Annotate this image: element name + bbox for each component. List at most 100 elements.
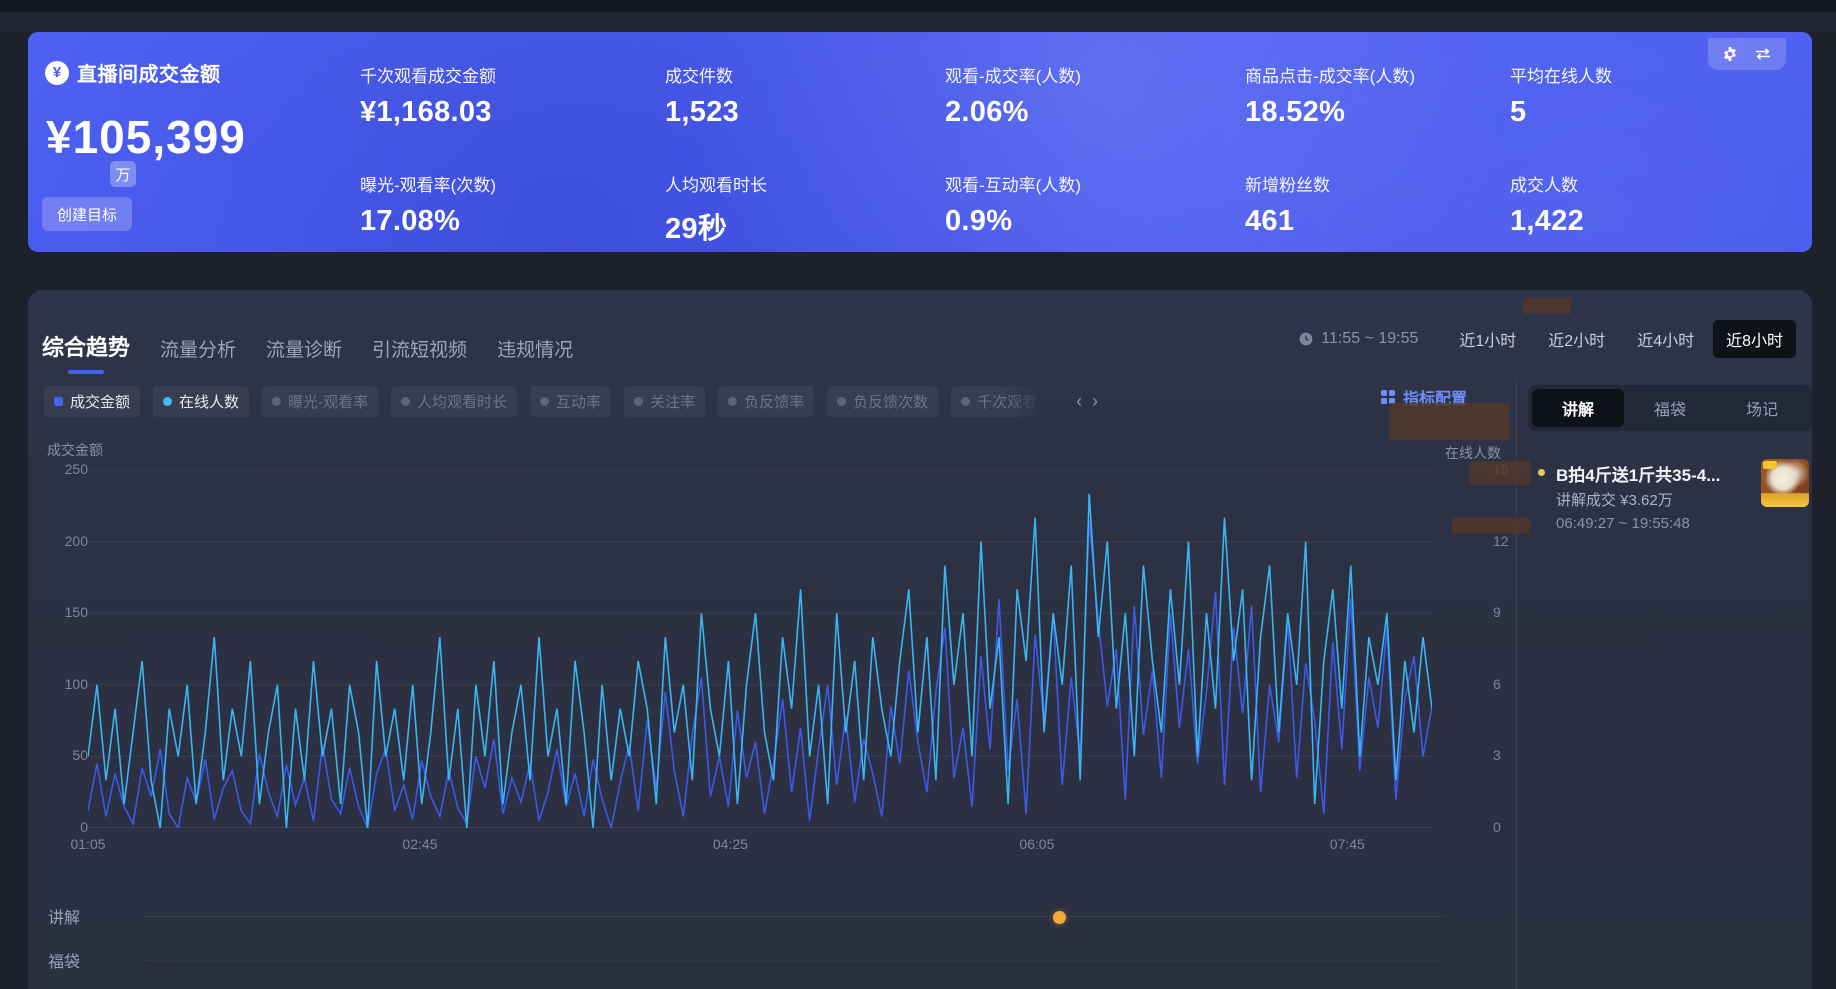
range-8h[interactable]: 近8小时 — [1713, 320, 1796, 358]
chip-interaction-rate[interactable]: 互动率 — [530, 386, 611, 417]
metric-view-interaction-rate: 观看-互动率(人数) 0.9% — [945, 171, 1245, 247]
tab-violations[interactable]: 违规情况 — [497, 335, 573, 372]
axis-tick-label: 9 — [1493, 604, 1501, 620]
capture-artifact — [1470, 461, 1530, 485]
chip-exposure-view-rate[interactable]: 曝光-观看率 — [262, 386, 378, 417]
chip-negative-feedback-count[interactable]: 负反馈次数 — [827, 386, 938, 417]
series-dot — [837, 397, 846, 406]
metric-label: 商品点击-成交率(人数) — [1245, 62, 1510, 87]
range-1h[interactable]: 近1小时 — [1446, 320, 1529, 358]
trend-chart[interactable] — [88, 470, 1432, 828]
chips-prev-icon[interactable]: ‹ — [1076, 391, 1082, 412]
metric-value: 18.52% — [1245, 96, 1510, 129]
hero-metrics-grid: 千次观看成交金额 ¥1,168.03 成交件数 1,523 观看-成交率(人数)… — [360, 62, 1750, 247]
item-bullet-dot — [1538, 469, 1545, 476]
explain-row-label: 讲解 — [48, 904, 80, 928]
capture-artifact — [1390, 403, 1510, 440]
metric-label: 观看-互动率(人数) — [945, 171, 1245, 196]
chip-negative-feedback-rate[interactable]: 负反馈率 — [718, 386, 814, 417]
series-dot — [272, 397, 281, 406]
create-goal-button[interactable]: 创建目标 — [42, 197, 132, 231]
x-axis-tick-label: 07:45 — [1330, 836, 1365, 852]
metric-value: ¥1,168.03 — [360, 96, 665, 129]
explain-event-row: 讲解 — [48, 904, 1444, 928]
chip-per-thousand-views[interactable]: 千次观看 — [951, 386, 1047, 417]
series-dot — [401, 397, 410, 406]
tab-overview-trend[interactable]: 综合趋势 — [42, 330, 130, 372]
analytics-panel: 综合趋势 流量分析 流量诊断 引流短视频 违规情况 11:55 ~ 19:55 … — [28, 290, 1812, 989]
tab-traffic-analysis[interactable]: 流量分析 — [160, 335, 236, 372]
online-series-dot — [163, 397, 172, 406]
tab-referral-short-video[interactable]: 引流短视频 — [372, 335, 467, 372]
swap-arrows-icon[interactable] — [1754, 47, 1772, 61]
sidebar-tabs: 讲解 福袋 场记 — [1528, 385, 1812, 431]
range-2h[interactable]: 近2小时 — [1535, 320, 1618, 358]
metric-label: 新增粉丝数 — [1245, 171, 1510, 196]
side-tab-log[interactable]: 场记 — [1716, 389, 1808, 427]
metric-label: 千次观看成交金额 — [360, 62, 665, 87]
chip-label: 人均观看时长 — [417, 391, 507, 412]
metric-label: 成交人数 — [1510, 171, 1750, 196]
chip-label: 负反馈率 — [744, 391, 804, 412]
chip-follow-rate[interactable]: 关注率 — [624, 386, 705, 417]
range-4h[interactable]: 近4小时 — [1624, 320, 1707, 358]
right-axis-title: 在线人数 — [1445, 443, 1501, 463]
metric-buyers: 成交人数 1,422 — [1510, 171, 1750, 247]
chips-pager: ‹ › — [1076, 391, 1098, 412]
settings-gear-icon[interactable] — [1722, 46, 1738, 62]
metric-value: 5 — [1510, 96, 1750, 129]
product-thumbnail[interactable] — [1761, 459, 1809, 507]
chip-label: 互动率 — [556, 391, 601, 412]
capture-artifact — [1452, 518, 1530, 534]
metric-value: 29秒 — [665, 205, 945, 247]
trend-chart-canvas[interactable] — [88, 470, 1432, 828]
chip-label: 千次观看 — [977, 391, 1037, 412]
chip-avg-watch-time[interactable]: 人均观看时长 — [391, 386, 517, 417]
metric-label: 成交件数 — [665, 62, 945, 87]
metric-value: 0.9% — [945, 205, 1245, 238]
time-range-row: 11:55 ~ 19:55 近1小时 近2小时 近4小时 近8小时 — [1298, 320, 1796, 358]
metric-view-to-deal-rate: 观看-成交率(人数) 2.06% — [945, 62, 1245, 129]
explain-time-span: 06:49:27 ~ 19:55:48 — [1556, 515, 1690, 532]
window-top-strip — [0, 0, 1836, 12]
page-top-band — [0, 12, 1836, 32]
metric-gmv-per-1k-views: 千次观看成交金额 ¥1,168.03 — [360, 62, 665, 129]
series-dot — [634, 397, 643, 406]
chip-label: 在线人数 — [179, 391, 239, 412]
clock-icon — [1298, 331, 1314, 347]
lucky-bag-event-row: 福袋 — [48, 948, 1444, 972]
axis-tick-label: 3 — [1493, 747, 1501, 763]
yuan-coin-icon: ¥ — [45, 61, 69, 85]
unit-badge: 万 — [110, 161, 136, 187]
gmv-series-dot — [54, 397, 63, 406]
axis-tick-label: 100 — [65, 676, 88, 692]
chip-online-users[interactable]: 在线人数 — [153, 386, 249, 417]
metric-exposure-view-rate: 曝光-观看率(次数) 17.08% — [360, 171, 665, 247]
left-axis-title: 成交金额 — [47, 440, 103, 460]
chip-label: 成交金额 — [70, 391, 130, 412]
axis-tick-label: 200 — [65, 533, 88, 549]
series-dot — [961, 397, 970, 406]
lucky-bag-row-timeline — [144, 960, 1444, 961]
metric-click-to-deal-rate: 商品点击-成交率(人数) 18.52% — [1245, 62, 1510, 129]
side-tab-explain[interactable]: 讲解 — [1532, 389, 1624, 427]
x-axis-ticks: 01:0502:4504:2506:0507:45 — [88, 836, 1432, 856]
chips-next-icon[interactable]: › — [1092, 391, 1098, 412]
explain-event-marker[interactable] — [1053, 911, 1066, 924]
explain-list-item[interactable]: B拍4斤送1斤共35-4... 讲解成交 ¥3.62万 06:49:27 ~ 1… — [1528, 459, 1812, 555]
axis-tick-label: 0 — [80, 819, 88, 835]
chip-label: 负反馈次数 — [853, 391, 928, 412]
tab-traffic-diagnosis[interactable]: 流量诊断 — [266, 335, 342, 372]
x-axis-tick-label: 06:05 — [1019, 836, 1054, 852]
metric-value: 17.08% — [360, 205, 665, 238]
axis-tick-label: 6 — [1493, 676, 1501, 692]
hero-corner-toolbar — [1708, 38, 1786, 70]
metric-value: 1,422 — [1510, 205, 1750, 238]
chip-label: 曝光-观看率 — [288, 391, 368, 412]
axis-tick-label: 250 — [65, 461, 88, 477]
side-tab-lucky-bag[interactable]: 福袋 — [1624, 389, 1716, 427]
hero-title: 直播间成交金额 — [77, 58, 221, 87]
metric-value: 1,523 — [665, 96, 945, 129]
chip-gmv[interactable]: 成交金额 — [44, 386, 140, 417]
metric-new-followers: 新增粉丝数 461 — [1245, 171, 1510, 247]
